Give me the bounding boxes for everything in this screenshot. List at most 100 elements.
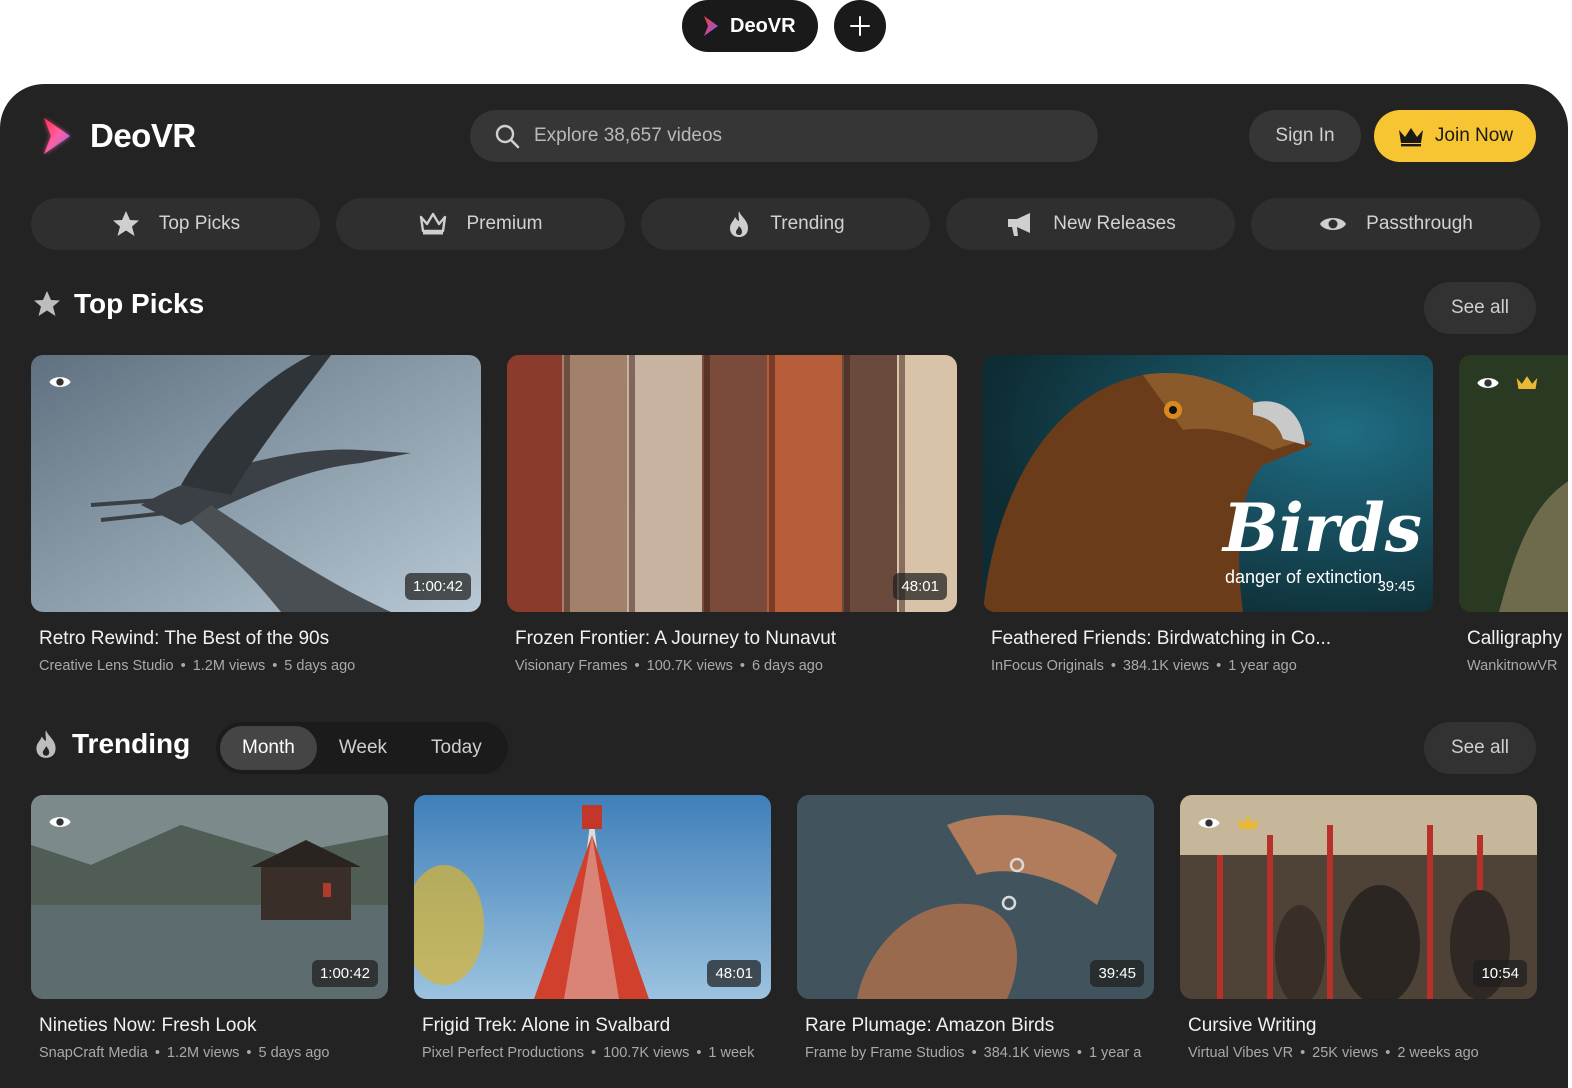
category-premium[interactable]: Premium bbox=[336, 198, 625, 250]
video-card[interactable]: Calligraphy WankitnowVR bbox=[1459, 355, 1568, 674]
video-title[interactable]: Frozen Frontier: A Journey to Nunavut bbox=[507, 628, 957, 650]
video-title[interactable]: Retro Rewind: The Best of the 90s bbox=[31, 628, 481, 650]
video-views: 100.7K views bbox=[603, 1045, 690, 1061]
crown-icon bbox=[420, 212, 447, 235]
trending-heading: Trending bbox=[32, 728, 190, 760]
eye-icon bbox=[1477, 378, 1499, 388]
video-views: 384.1K views bbox=[983, 1045, 1070, 1061]
textiles-thumbnail-image bbox=[507, 355, 957, 612]
thumbnail-badges bbox=[1196, 813, 1260, 833]
top-picks-heading: Top Picks bbox=[32, 288, 204, 320]
app-tab[interactable]: DeoVR bbox=[682, 0, 818, 52]
plus-icon bbox=[849, 16, 870, 36]
video-card[interactable]: 39:45 Rare Plumage: Amazon Birds Frame b… bbox=[797, 795, 1154, 1061]
app-window: DeoVR Sign In Join Now Top Picks Premium… bbox=[0, 84, 1568, 1088]
duration-badge: 48:01 bbox=[707, 960, 761, 987]
tab-strip: DeoVR bbox=[682, 0, 886, 52]
star-icon bbox=[34, 291, 60, 316]
header: DeoVR Sign In Join Now bbox=[0, 108, 1568, 164]
top-picks-see-all-button[interactable]: See all bbox=[1424, 282, 1536, 334]
video-views: 1.2M views bbox=[192, 658, 266, 674]
search-input[interactable] bbox=[534, 125, 1054, 147]
video-age: 5 days ago bbox=[258, 1045, 330, 1061]
filter-week[interactable]: Week bbox=[317, 726, 409, 770]
video-age: 2 weeks ago bbox=[1397, 1045, 1479, 1061]
video-meta: WankitnowVR bbox=[1459, 658, 1568, 674]
video-studio[interactable]: Visionary Frames bbox=[515, 658, 628, 674]
video-thumbnail[interactable]: Birds danger of extinction 39:45 bbox=[983, 355, 1433, 612]
video-meta: Virtual Vibes VR • 25K views • 2 weeks ago bbox=[1188, 1045, 1479, 1061]
video-card[interactable]: 1:00:42 Retro Rewind: The Best of the 90… bbox=[31, 355, 481, 674]
video-studio[interactable]: InFocus Originals bbox=[991, 658, 1104, 674]
video-studio[interactable]: Frame by Frame Studios bbox=[805, 1045, 965, 1061]
sign-in-button[interactable]: Sign In bbox=[1249, 110, 1361, 162]
video-meta: Pixel Perfect Productions • 100.7K views •… bbox=[422, 1045, 755, 1061]
category-label: Premium bbox=[466, 213, 543, 234]
video-thumbnail[interactable] bbox=[1459, 355, 1568, 612]
category-passthrough[interactable]: Passthrough bbox=[1251, 198, 1540, 250]
video-title[interactable]: Calligraphy bbox=[1459, 628, 1568, 650]
flame-icon bbox=[730, 211, 749, 237]
add-tab-button[interactable] bbox=[833, 0, 886, 52]
video-age: 6 days ago bbox=[751, 658, 823, 674]
video-thumbnail[interactable]: 48:01 bbox=[414, 795, 771, 999]
join-now-label: Join Now bbox=[1434, 125, 1514, 146]
thumbnail-badges bbox=[1475, 373, 1539, 393]
video-card[interactable]: Birds danger of extinction 39:45 Feather… bbox=[983, 355, 1433, 674]
star-icon bbox=[112, 211, 139, 236]
flame-icon bbox=[36, 730, 56, 758]
search-icon bbox=[495, 124, 520, 149]
category-label: New Releases bbox=[1053, 213, 1176, 234]
video-title[interactable]: Rare Plumage: Amazon Birds bbox=[797, 1015, 1154, 1037]
video-card[interactable]: 48:01 Frigid Trek: Alone in Svalbard Pix… bbox=[414, 795, 771, 1061]
video-views: 384.1K views bbox=[1122, 658, 1210, 674]
video-title[interactable]: Cursive Writing bbox=[1180, 1015, 1537, 1037]
duration-badge: 39:45 bbox=[1377, 578, 1415, 595]
join-now-button[interactable]: Join Now bbox=[1374, 110, 1536, 162]
video-meta: InFocus Originals • 384.1K views • 1 year … bbox=[991, 658, 1297, 674]
category-trending[interactable]: Trending bbox=[641, 198, 930, 250]
duration-badge: 48:01 bbox=[893, 573, 947, 600]
video-title[interactable]: Feathered Friends: Birdwatching in Co... bbox=[983, 628, 1433, 650]
video-meta: Creative Lens Studio • 1.2M views • 5 days… bbox=[39, 658, 356, 674]
video-thumbnail[interactable]: 39:45 bbox=[797, 795, 1154, 999]
category-label: Top Picks bbox=[158, 213, 241, 234]
video-thumbnail[interactable]: 48:01 bbox=[507, 355, 957, 612]
video-studio[interactable]: Pixel Perfect Productions bbox=[422, 1045, 584, 1061]
premium-crown-icon bbox=[1237, 816, 1259, 829]
eye-icon bbox=[49, 377, 71, 387]
video-card[interactable]: 48:01 Frozen Frontier: A Journey to Nuna… bbox=[507, 355, 957, 674]
trending-see-all-button[interactable]: See all bbox=[1424, 722, 1536, 774]
video-card[interactable]: 1:00:42 Nineties Now: Fresh Look SnapCra… bbox=[31, 795, 388, 1061]
category-top-picks[interactable]: Top Picks bbox=[31, 198, 320, 250]
video-studio[interactable]: Virtual Vibes VR bbox=[1188, 1045, 1293, 1061]
video-title[interactable]: Frigid Trek: Alone in Svalbard bbox=[414, 1015, 771, 1037]
video-views: 1.2M views bbox=[166, 1045, 240, 1061]
video-card[interactable]: 10:54 Cursive Writing Virtual Vibes VR • … bbox=[1180, 795, 1537, 1061]
video-meta: Frame by Frame Studios • 384.1K views • 1 … bbox=[805, 1045, 1142, 1061]
brand-name: DeoVR bbox=[90, 117, 196, 154]
deovr-logo-icon bbox=[704, 16, 718, 36]
video-studio[interactable]: WankitnowVR bbox=[1467, 658, 1558, 674]
video-thumbnail[interactable]: 1:00:42 bbox=[31, 795, 388, 999]
brand[interactable]: DeoVR bbox=[36, 110, 196, 162]
category-bar: Top Picks Premium Trending New Releases … bbox=[31, 198, 1540, 250]
filter-month[interactable]: Month bbox=[220, 726, 317, 770]
app-tab-label: DeoVR bbox=[730, 14, 796, 37]
video-studio[interactable]: SnapCraft Media bbox=[39, 1045, 148, 1061]
video-thumbnail[interactable]: 10:54 bbox=[1180, 795, 1537, 999]
video-studio[interactable]: Creative Lens Studio bbox=[39, 658, 174, 674]
eye-icon bbox=[1198, 818, 1220, 828]
duration-badge: 10:54 bbox=[1473, 960, 1527, 987]
video-thumbnail[interactable]: 1:00:42 bbox=[31, 355, 481, 612]
video-title[interactable]: Nineties Now: Fresh Look bbox=[31, 1015, 388, 1037]
eye-icon bbox=[1320, 218, 1347, 230]
premium-crown-icon bbox=[1516, 376, 1538, 389]
video-age: 1 week bbox=[708, 1045, 755, 1061]
deovr-logo-icon bbox=[44, 118, 70, 154]
filter-today[interactable]: Today bbox=[409, 726, 504, 770]
category-new-releases[interactable]: New Releases bbox=[946, 198, 1235, 250]
thumbnail-badges bbox=[47, 813, 73, 831]
duration-badge: 1:00:42 bbox=[311, 960, 378, 987]
search-bar[interactable] bbox=[470, 110, 1098, 162]
